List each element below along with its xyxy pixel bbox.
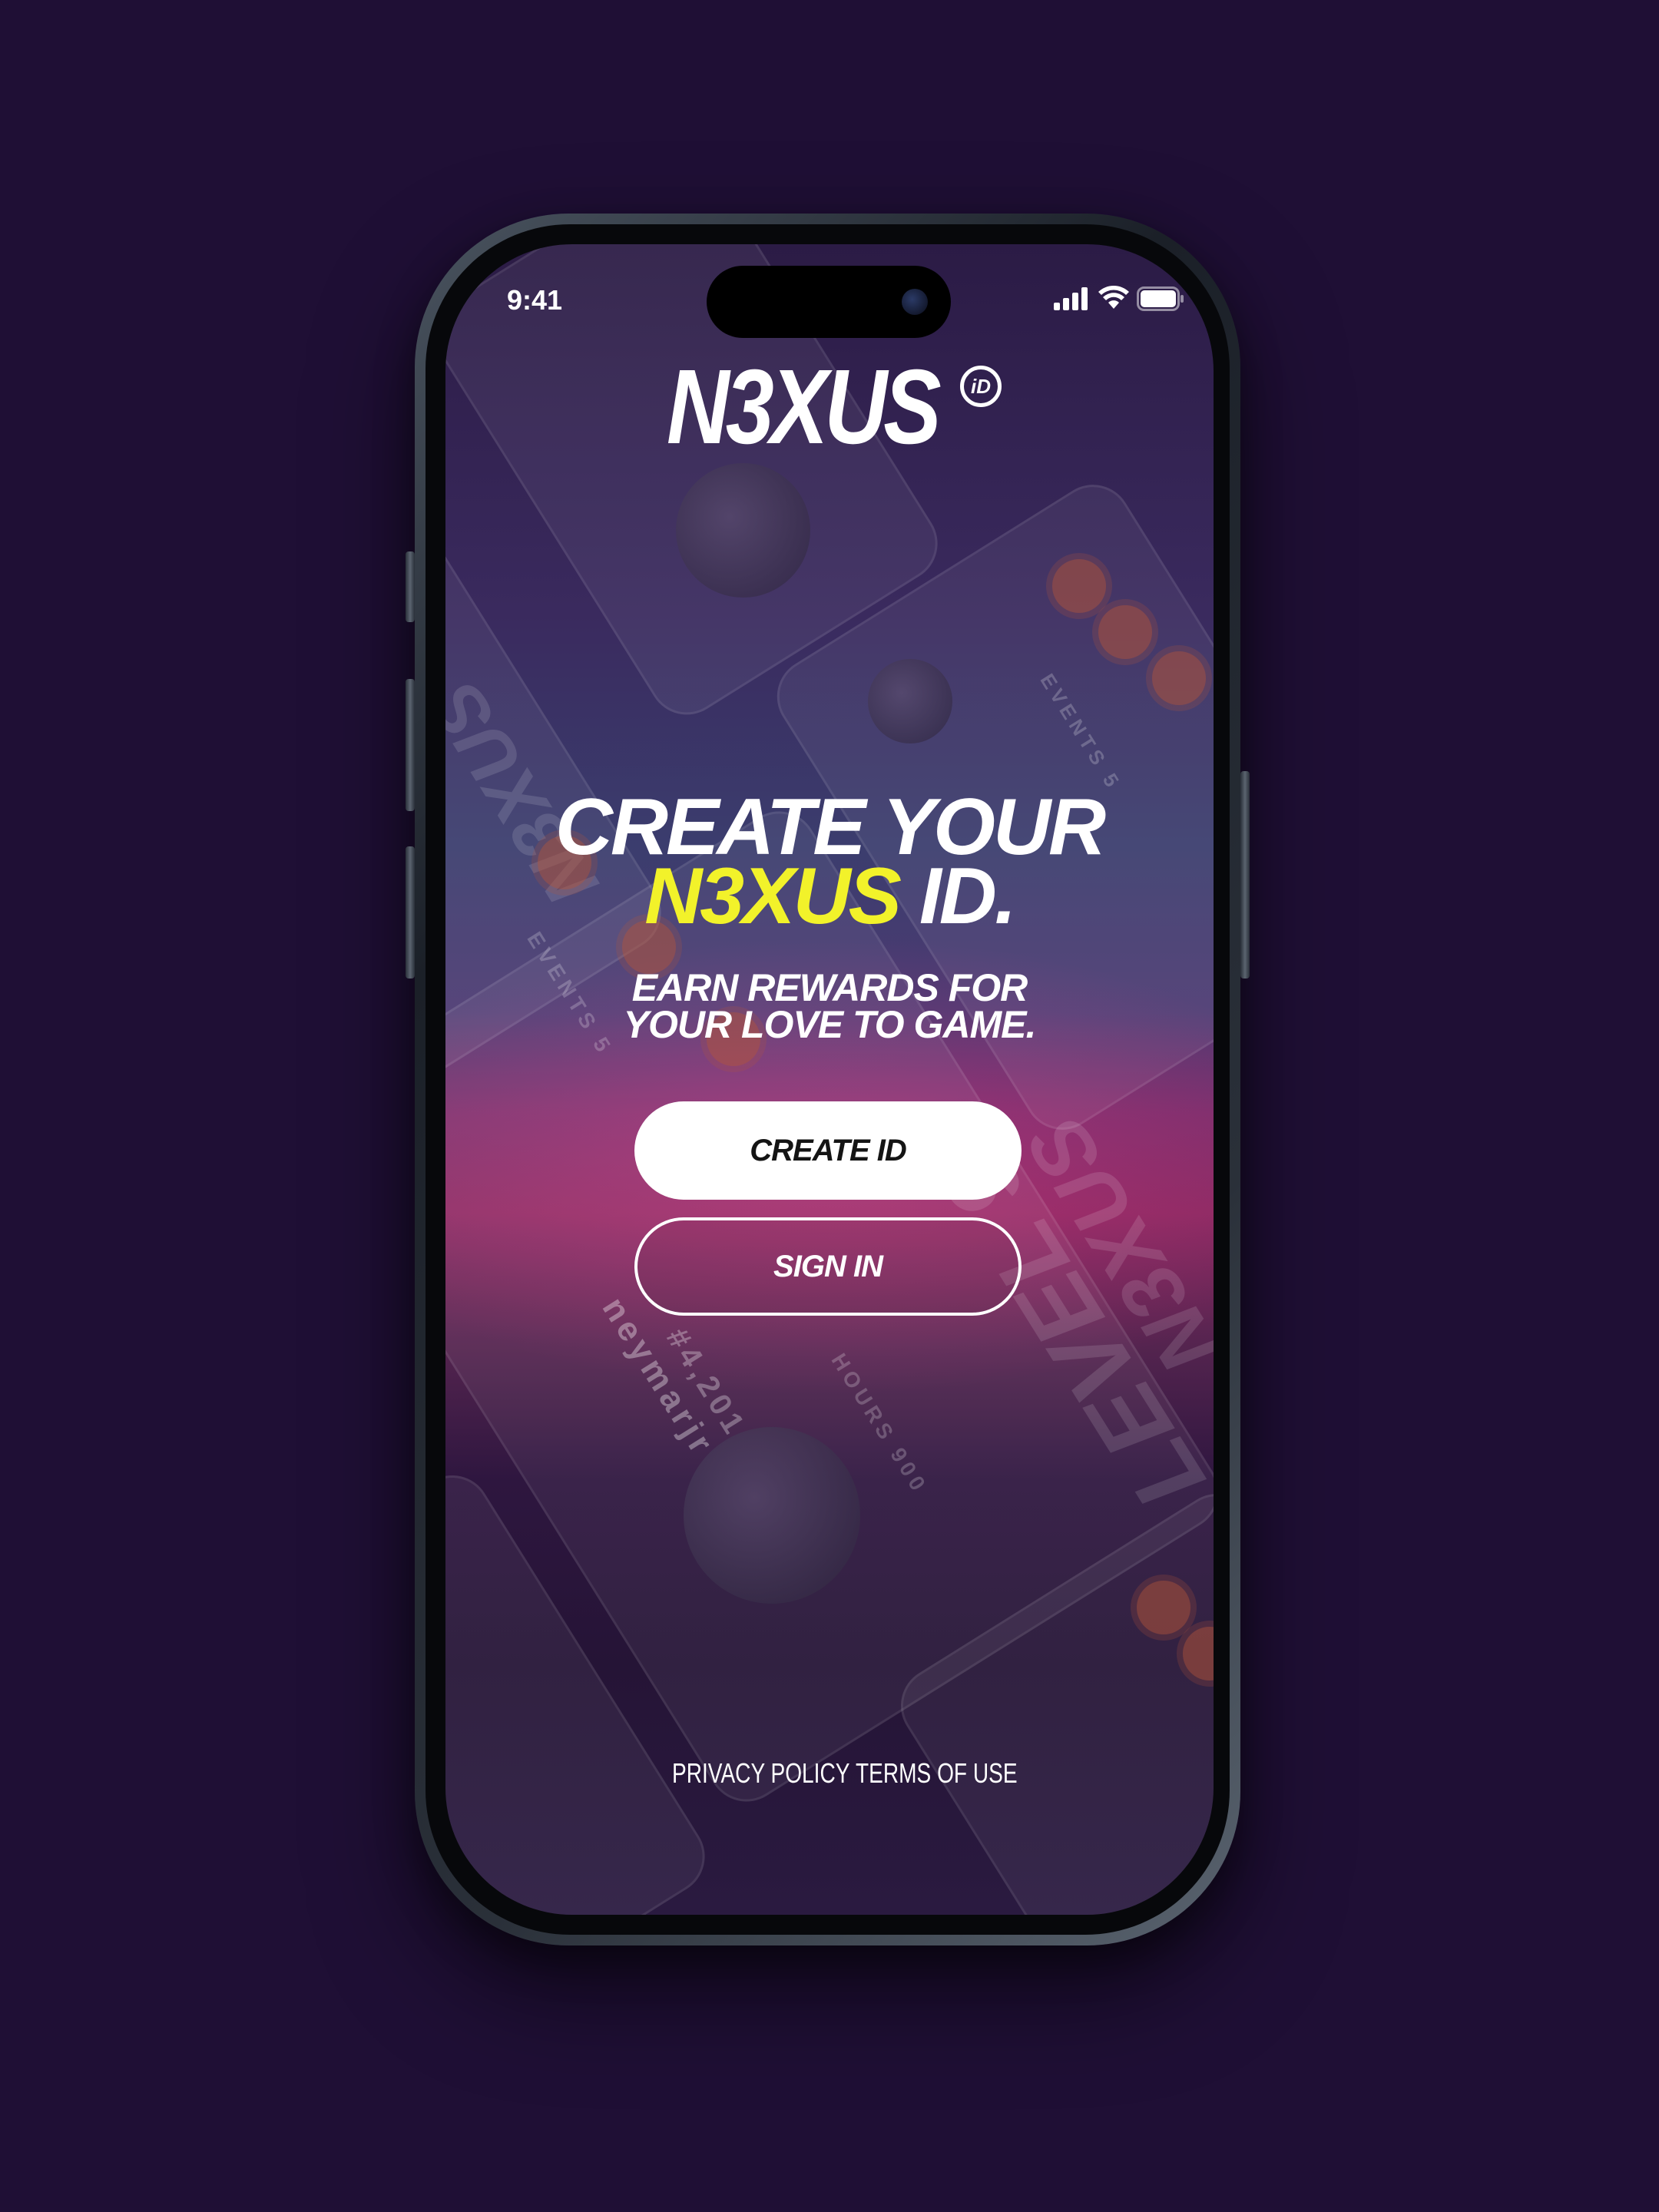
battery-icon: [1137, 286, 1184, 311]
wifi-icon: [1098, 286, 1129, 309]
status-time: 9:41: [507, 284, 563, 316]
front-camera-icon: [902, 289, 928, 315]
power-button: [1240, 771, 1250, 979]
subheadline-line2: YOUR LOVE TO GAME.: [623, 1003, 1037, 1046]
status-icons: [1054, 286, 1184, 312]
volume-down-button: [406, 846, 415, 979]
action-button: [406, 551, 415, 622]
home-indicator[interactable]: [760, 1894, 899, 1900]
background-badge: [1152, 651, 1206, 705]
terms-of-use-link[interactable]: TERMS OF USE: [856, 1757, 1018, 1790]
mockup-stage: N3XUS EVENTS 5 EVENTS 5 LEVEL 9 N3XUS ne…: [0, 0, 1659, 2212]
create-id-button[interactable]: CREATE ID: [634, 1101, 1022, 1200]
privacy-policy-link[interactable]: PRIVACY POLICY: [672, 1757, 849, 1790]
background-badge: [1098, 605, 1152, 659]
background-avatar: [676, 463, 810, 598]
logo-id-badge: iD: [960, 366, 1002, 407]
n3xus-logo: N3XUS iD: [667, 348, 1012, 466]
background-badge: [1137, 1581, 1190, 1634]
headline-line2: N3XUS ID.: [445, 854, 1214, 939]
headline-accent: N3XUS: [644, 852, 902, 941]
dynamic-island: [707, 266, 951, 338]
logo-wordmark: N3XUS: [667, 348, 942, 466]
background-avatar: [684, 1427, 860, 1604]
background-badge: [1052, 559, 1106, 613]
subheadline-line1: EARN REWARDS FOR: [631, 966, 1028, 1009]
headline-line2-rest: ID.: [899, 852, 1017, 941]
app-screen: N3XUS EVENTS 5 EVENTS 5 LEVEL 9 N3XUS ne…: [445, 244, 1214, 1915]
volume-up-button: [406, 679, 415, 811]
background-avatar: [868, 659, 952, 743]
sign-in-button[interactable]: SIGN IN: [634, 1217, 1022, 1316]
signal-icon: [1054, 287, 1088, 310]
